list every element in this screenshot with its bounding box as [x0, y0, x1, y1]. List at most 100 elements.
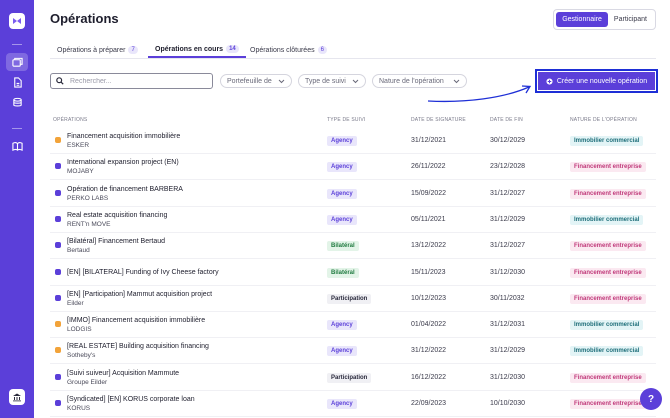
help-button[interactable]: ?	[640, 388, 662, 410]
chevron-down-icon	[278, 79, 285, 83]
tab-cloturees[interactable]: Opérations clôturées 6	[250, 42, 327, 58]
table-header: OPÉRATIONS TYPE DE SUIVI DATE DE SIGNATU…	[50, 114, 656, 126]
book-icon[interactable]	[6, 137, 28, 155]
operations-icon[interactable]	[6, 53, 28, 71]
end-date: 31/12/2027	[490, 189, 526, 197]
plus-circle-icon	[546, 77, 553, 85]
nature-badge: Immobilier commercial	[570, 214, 644, 225]
tab-label: Opérations en cours	[155, 45, 224, 53]
signature-date: 31/12/2021	[411, 137, 447, 144]
tab-count-badge: 6	[317, 46, 327, 54]
operation-company: PERKO LABS	[67, 194, 109, 202]
end-date: 23/12/2028	[490, 163, 526, 171]
search-input[interactable]	[70, 77, 200, 85]
end-date: 30/12/2029	[490, 137, 526, 144]
table-row[interactable]: Financement acquisition immobilière ESKER…	[50, 128, 656, 154]
tab-a-preparer[interactable]: Opérations à préparer 7	[57, 42, 138, 58]
nature-badge: Immobilier commercial	[570, 320, 644, 331]
operation-name: [Bilatéral] Financement Bertaud	[67, 238, 166, 246]
signature-date: 10/12/2023	[411, 294, 447, 302]
role-option-gestionnaire[interactable]: Gestionnaire	[556, 12, 608, 27]
column-header-operations[interactable]: OPÉRATIONS	[53, 117, 87, 123]
table-row[interactable]: [Suivi suiveur] Acquisition Mammute Group…	[50, 365, 656, 391]
column-header-nature[interactable]: NATURE DE L'OPÉRATION	[570, 117, 637, 123]
chevron-down-icon	[352, 79, 359, 83]
tab-count-badge: 7	[128, 46, 138, 54]
operation-name: [Suivi suiveur] Acquisition Mammute	[67, 369, 180, 377]
sidebar-divider	[12, 128, 22, 129]
type-badge: Participation	[327, 293, 372, 304]
create-operation-button[interactable]: Créer une nouvelle opération	[538, 72, 655, 90]
end-date: 31/12/2029	[490, 347, 526, 355]
database-icon[interactable]	[6, 93, 28, 111]
bank-icon[interactable]	[9, 389, 25, 405]
end-date: 31/12/2027	[490, 242, 526, 250]
sidebar	[0, 0, 34, 418]
logo-icon[interactable]	[9, 13, 25, 29]
table-row[interactable]: International expansion project (EN) MOJA…	[50, 154, 656, 181]
sidebar-divider	[12, 44, 22, 45]
building-icon	[55, 137, 61, 143]
filter-portefeuille[interactable]: Portefeuille de	[220, 74, 292, 88]
operation-company: MOJABY	[67, 168, 94, 176]
operation-company: Sotheby's	[67, 352, 96, 360]
role-option-participant[interactable]: Participant	[608, 12, 653, 27]
operation-name: Financement acquisition immobilière	[67, 133, 181, 140]
type-badge: Agency	[327, 346, 357, 357]
role-toggle: Gestionnaire Participant	[553, 9, 656, 30]
table-row[interactable]: Opération de financement BARBERA PERKO LA…	[50, 181, 656, 207]
table-row[interactable]: [Bilatéral] Financement Bertaud Bertaud Bi…	[50, 233, 656, 260]
briefcase-icon	[55, 189, 61, 196]
type-badge: Agency	[327, 214, 357, 225]
end-date: 31/12/2030	[490, 268, 526, 276]
operation-company: Bertaud	[67, 247, 90, 255]
table-row[interactable]: [EN] [Participation] Mammut acquisition …	[50, 286, 656, 312]
tab-en-cours[interactable]: Opérations en cours 14	[148, 42, 246, 58]
create-operation-button-highlight: Créer une nouvelle opération	[535, 69, 658, 93]
briefcase-icon	[55, 163, 61, 170]
nature-badge: Financement entreprise	[570, 267, 646, 278]
filter-type-suivi[interactable]: Type de suivi	[298, 74, 366, 88]
tab-label: Opérations à préparer	[57, 46, 126, 54]
operation-name: [IMMO] Financement acquisition immobiliè…	[67, 317, 206, 325]
table-row[interactable]: Real estate acquisition financing RENT'n …	[50, 207, 656, 233]
operation-name: [EN] [BILATERAL] Funding of Ivy Cheese f…	[67, 268, 219, 276]
column-header-type[interactable]: TYPE DE SUIVI	[327, 117, 365, 123]
type-badge: Agency	[327, 320, 357, 331]
annotation-arrow	[427, 85, 532, 103]
operation-name: [EN] [Participation] Mammut acquisition …	[67, 290, 213, 298]
operation-company: ESKER	[67, 142, 90, 149]
briefcase-icon	[55, 242, 61, 249]
briefcase-icon	[55, 268, 61, 275]
type-badge: Participation	[327, 372, 372, 383]
signature-date: 15/11/2023	[411, 268, 446, 276]
end-date: 31/12/2030	[490, 373, 526, 381]
column-header-end[interactable]: DATE DE FIN	[490, 117, 523, 123]
document-icon[interactable]	[6, 73, 28, 91]
main-content: Opérations Gestionnaire Participant Opér…	[34, 0, 670, 418]
operation-name: [Syndicated] [EN] KORUS corporate loan	[67, 396, 195, 403]
table-row[interactable]: [Syndicated] [EN] KORUS corporate loan KO…	[50, 391, 656, 417]
type-badge: Bilatéral	[327, 241, 359, 252]
signature-date: 26/11/2022	[411, 163, 446, 171]
signature-date: 16/12/2022	[411, 373, 447, 381]
table-row[interactable]: [IMMO] Financement acquisition immobiliè…	[50, 312, 656, 339]
search-icon	[56, 77, 64, 85]
operation-name: Real estate acquisition financing	[67, 211, 168, 219]
signature-date: 13/12/2022	[411, 242, 447, 250]
page-title: Opérations	[50, 11, 119, 26]
signature-date: 31/12/2022	[411, 347, 447, 355]
operation-name: International expansion project (EN)	[67, 159, 179, 167]
type-badge: Agency	[327, 162, 357, 173]
table-row[interactable]: [REAL ESTATE] Building acquisition finan…	[50, 338, 656, 365]
signature-date: 05/11/2021	[411, 215, 446, 223]
building-icon	[55, 347, 61, 354]
table-row[interactable]: [EN] [BILATERAL] Funding of Ivy Cheese f…	[50, 260, 656, 286]
nature-badge: Financement entreprise	[570, 372, 646, 383]
column-header-signature[interactable]: DATE DE SIGNATURE	[411, 117, 466, 123]
type-badge: Agency	[327, 188, 357, 199]
tab-label: Opérations clôturées	[250, 46, 315, 54]
operation-company: Groupe Eilder	[67, 378, 108, 386]
create-operation-label: Créer une nouvelle opération	[556, 77, 648, 85]
end-date: 31/12/2031	[490, 321, 526, 329]
